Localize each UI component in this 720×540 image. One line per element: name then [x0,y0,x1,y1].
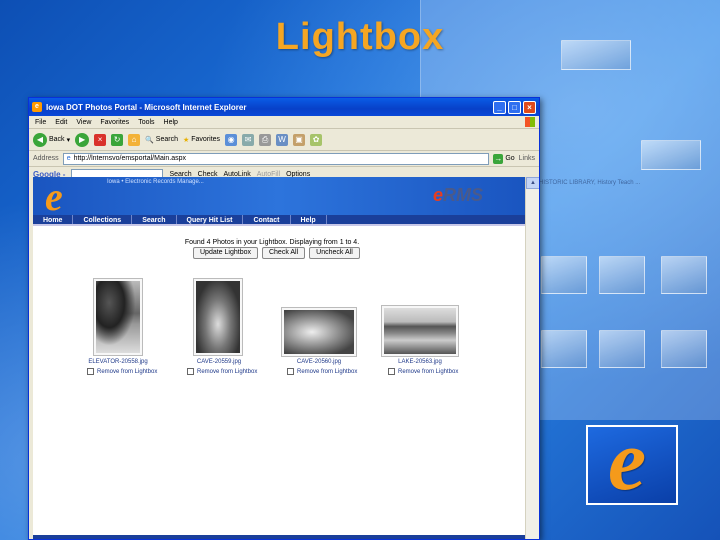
mail-button[interactable]: ✉ [242,133,255,146]
page-icon: e [66,154,71,162]
vertical-scrollbar[interactable]: ▲ [525,177,539,539]
ie-icon: e [32,102,42,112]
menu-view[interactable]: View [76,119,91,126]
slide-title: Lightbox [275,16,445,58]
home-button[interactable]: ⌂ [128,133,141,146]
e-letter-logo: e [608,412,647,508]
photo-thumbnail[interactable] [281,307,357,357]
remove-checkbox[interactable] [87,368,94,375]
photo-filename[interactable]: CAVE-20559.jpg [179,359,259,365]
star-icon: ★ [182,136,190,144]
stop-button[interactable]: × [94,133,107,146]
photo-filename[interactable]: ELEVATOR-20558.jpg [78,359,158,365]
messenger-button[interactable]: ✿ [310,133,323,146]
windows-logo-icon [525,117,535,127]
maximize-button[interactable]: □ [508,100,521,114]
nav-contact[interactable]: Contact [243,215,291,224]
menu-bar: File Edit View Favorites Tools Help [29,116,539,129]
links-button[interactable]: Links [519,155,535,162]
browser-toolbar: ◀ Back ▾ ▶ × ↻ ⌂ 🔍 Search ★ Favorites ◉ … [29,129,539,151]
remove-from-lightbox[interactable]: Remove from Lightbox [388,368,458,375]
remove-from-lightbox[interactable]: Remove from Lightbox [287,368,357,375]
window-title: Iowa DOT Photos Portal - Microsoft Inter… [46,102,247,112]
erms-banner: e Iowa • Electronic Records Manage... eR… [33,174,525,219]
lightbox-count-text: Found 4 Photos in your Lightbox. Display… [184,239,360,246]
media-button[interactable]: ◉ [225,133,238,146]
close-button[interactable]: × [523,100,536,114]
edit-button[interactable]: W [276,133,289,146]
favorites-button[interactable]: ★ Favorites [183,136,220,144]
address-url: http://lnternsvo/emsportal/Main.aspx [73,154,187,162]
nav-help[interactable]: Help [291,215,327,224]
print-button[interactable]: ⎙ [259,133,272,146]
photo-filename[interactable]: LAKE-20563.jpg [380,359,460,365]
photo-thumbnail[interactable] [193,278,243,356]
photo-thumbnail[interactable] [93,278,143,356]
remove-from-lightbox[interactable]: Remove from Lightbox [87,368,157,375]
browser-window: e Iowa DOT Photos Portal - Microsoft Int… [28,97,540,540]
nav-home[interactable]: Home [33,215,74,224]
magnifier-icon: 🔍 [145,136,154,144]
nav-query-hit-list[interactable]: Query Hit List [177,215,244,224]
uncheck-all-button[interactable]: Uncheck All [309,247,360,259]
window-titlebar[interactable]: e Iowa DOT Photos Portal - Microsoft Int… [29,98,539,116]
banner-subtitle: Iowa • Electronic Records Manage... [107,179,204,185]
menu-file[interactable]: File [35,119,46,126]
remove-from-lightbox[interactable]: Remove from Lightbox [187,368,257,375]
lightbox-actions: Update Lightbox Check All Uncheck All [193,247,360,259]
erms-e-logo: e [586,417,678,505]
web-page: e Iowa • Electronic Records Manage... eR… [29,174,539,539]
site-nav: Home Collections Search Query Hit List C… [33,215,525,226]
menu-favorites[interactable]: Favorites [100,119,129,126]
refresh-button[interactable]: ↻ [111,133,124,146]
page-margin [29,177,33,539]
banner-e-logo: e [45,174,63,219]
scroll-up-icon[interactable]: ▲ [526,177,539,189]
erms-logo: eRMS [432,185,483,205]
dropdown-arrow-icon: ▾ [66,136,71,144]
update-lightbox-button[interactable]: Update Lightbox [193,247,258,259]
go-button[interactable]: → Go [493,153,515,164]
check-all-button[interactable]: Check All [261,247,306,259]
address-input[interactable]: e http://lnternsvo/emsportal/Main.aspx [62,152,490,165]
photo-thumbnail[interactable] [381,305,459,357]
address-bar: Address e http://lnternsvo/emsportal/Mai… [29,151,539,167]
go-arrow-icon: → [493,153,504,164]
menu-tools[interactable]: Tools [138,119,154,126]
minimize-button[interactable]: _ [493,100,506,114]
search-button[interactable]: 🔍 Search [145,136,178,144]
nav-search[interactable]: Search [132,215,177,224]
page-footer [33,535,525,539]
remove-checkbox[interactable] [388,368,395,375]
address-label: Address [33,155,59,162]
forward-button[interactable]: ▶ [75,132,90,147]
menu-edit[interactable]: Edit [55,119,67,126]
nav-collections[interactable]: Collections [73,215,133,224]
remove-checkbox[interactable] [287,368,294,375]
remove-checkbox[interactable] [187,368,194,375]
back-arrow-icon: ◀ [33,132,47,147]
menu-help[interactable]: Help [164,119,178,126]
back-button[interactable]: ◀ Back ▾ [33,132,71,147]
photo-filename[interactable]: CAVE-20560.jpg [279,359,359,365]
discuss-button[interactable]: ▣ [293,133,306,146]
